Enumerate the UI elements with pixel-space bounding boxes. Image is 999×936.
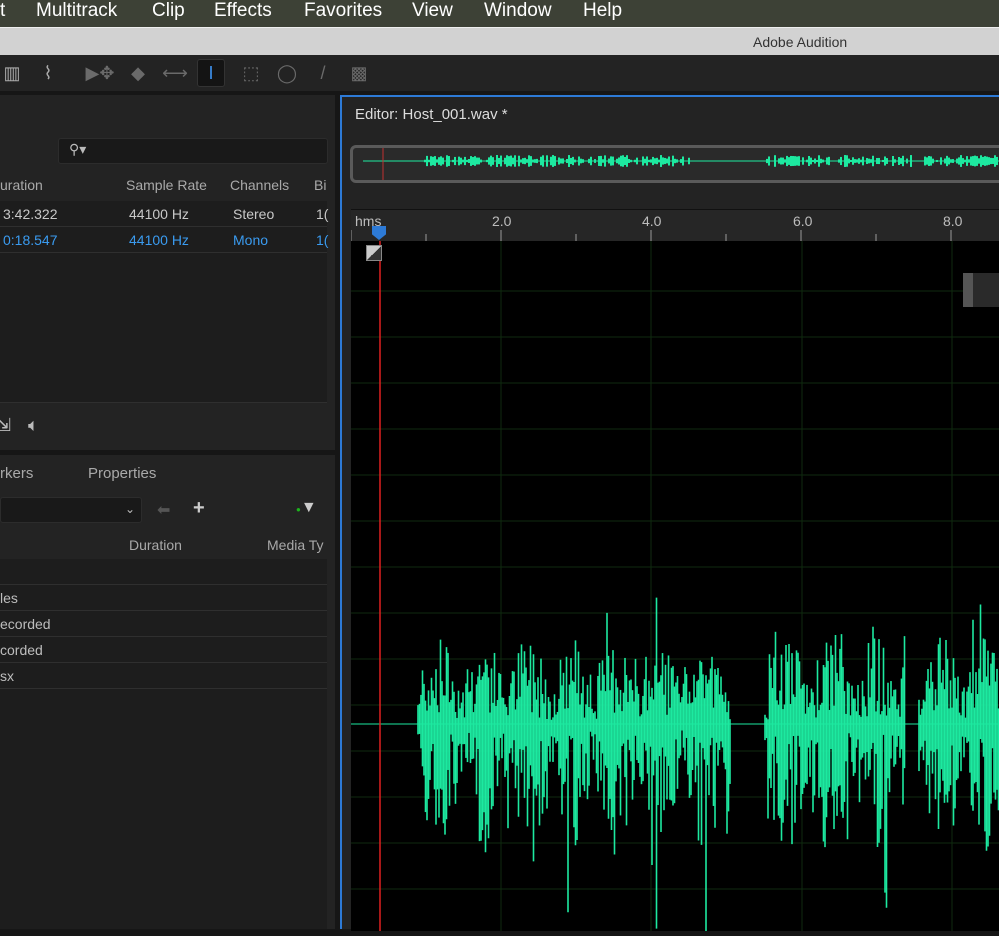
column-sample-rate[interactable]: Sample Rate <box>126 177 207 193</box>
list-item[interactable]: les <box>0 585 327 611</box>
column-bits[interactable]: Bi <box>314 177 326 193</box>
file-channels: Mono <box>233 232 269 248</box>
time-selection-icon[interactable]: I <box>197 59 225 87</box>
file-duration: 3:42.322 <box>3 206 58 222</box>
fade-in-handle[interactable] <box>366 245 382 261</box>
razor-icon[interactable]: ◆ <box>124 59 152 87</box>
file-row[interactable]: 3:42.322 44100 Hz Stereo 1( <box>0 201 329 227</box>
time-ruler[interactable]: hms 2.0 4.0 6.0 8.0 <box>351 209 999 242</box>
add-icon[interactable]: + <box>193 497 205 520</box>
list-empty-area <box>0 689 327 929</box>
lasso-icon[interactable]: ◯ <box>273 59 301 87</box>
file-duration: 0:18.547 <box>3 232 58 248</box>
file-sample-rate: 44100 Hz <box>129 206 189 222</box>
file-row-selected[interactable]: 0:18.547 44100 Hz Mono 1( <box>0 227 329 253</box>
column-duration[interactable]: Duration <box>129 537 182 553</box>
waveform-view-icon[interactable]: ⌇ <box>34 59 62 87</box>
autoplay-speaker-icon[interactable]: 🔈︎ <box>28 415 39 436</box>
list-item[interactable]: corded <box>0 637 327 663</box>
column-media-type[interactable]: Media Ty <box>267 537 324 553</box>
marquee-icon[interactable]: ⬚ <box>237 59 265 87</box>
waveform-display[interactable] <box>351 241 999 936</box>
file-list-area <box>0 253 327 403</box>
spot-healing-icon[interactable]: ▩ <box>345 59 373 87</box>
overview-navigator[interactable] <box>350 145 999 183</box>
files-panel: ⚲▾ uration Sample Rate Channels Bi 3:42.… <box>0 95 335 450</box>
title-bar: Adobe Audition <box>0 27 999 55</box>
toolbar: ▥ ⌇ ▶✥ ◆ ⟷ I ⬚ ◯ / ▩ <box>0 55 999 91</box>
menu-window[interactable]: Window <box>484 0 552 21</box>
menu-view[interactable]: View <box>412 0 453 21</box>
app-title: Adobe Audition <box>753 34 848 50</box>
brush-icon[interactable]: / <box>309 59 337 87</box>
menu-favorites[interactable]: Favorites <box>304 0 382 21</box>
menu-multitrack[interactable]: Multitrack <box>36 0 117 21</box>
tab-markers[interactable]: rkers <box>0 465 33 482</box>
ruler-ticks <box>351 230 952 242</box>
menu-help[interactable]: Help <box>583 0 622 21</box>
hud-volume-icon[interactable] <box>963 273 999 307</box>
search-icon: ⚲▾ <box>69 141 87 157</box>
chevron-down-icon: ⌄ <box>124 502 135 516</box>
marker-dropdown[interactable]: ⌄ <box>0 497 142 523</box>
search-input[interactable]: ⚲▾ <box>58 138 328 164</box>
move-icon[interactable]: ▶✥ <box>86 59 115 87</box>
menu-clip[interactable]: Clip <box>152 0 185 21</box>
file-bits: 1( <box>316 232 329 248</box>
waveform <box>351 241 999 936</box>
editor-title[interactable]: Editor: Host_001.wav * <box>355 106 508 123</box>
spectral-view-icon[interactable]: ▥ <box>0 59 26 87</box>
list-item[interactable]: ecorded <box>0 611 327 637</box>
column-duration[interactable]: uration <box>0 177 43 193</box>
overview-waveform <box>363 148 999 180</box>
back-arrow-icon[interactable]: ⬅ <box>157 500 170 520</box>
insert-icon[interactable]: ⇲ <box>0 415 11 436</box>
menu-effects[interactable]: Effects <box>214 0 272 21</box>
column-channels[interactable]: Channels <box>230 177 289 193</box>
list-item[interactable]: sx <box>0 663 327 689</box>
menu-bar: t Multitrack Clip Effects Favorites View… <box>0 0 999 27</box>
file-sample-rate: 44100 Hz <box>129 232 189 248</box>
menu-edit[interactable]: t <box>0 0 5 21</box>
file-bits: 1( <box>316 206 329 222</box>
list-item[interactable] <box>0 559 327 585</box>
slip-icon[interactable]: ⟷ <box>161 59 189 87</box>
editor-panel: Editor: Host_001.wav * hms 2.0 4.0 6.0 8… <box>340 95 999 936</box>
markers-panel: rkers Properties ⌄ ⬅ + ●▼ Duration Media… <box>0 455 335 929</box>
tab-properties[interactable]: Properties <box>88 465 156 482</box>
filter-icon[interactable]: ●▼ <box>296 499 317 517</box>
file-channels: Stereo <box>233 206 275 222</box>
